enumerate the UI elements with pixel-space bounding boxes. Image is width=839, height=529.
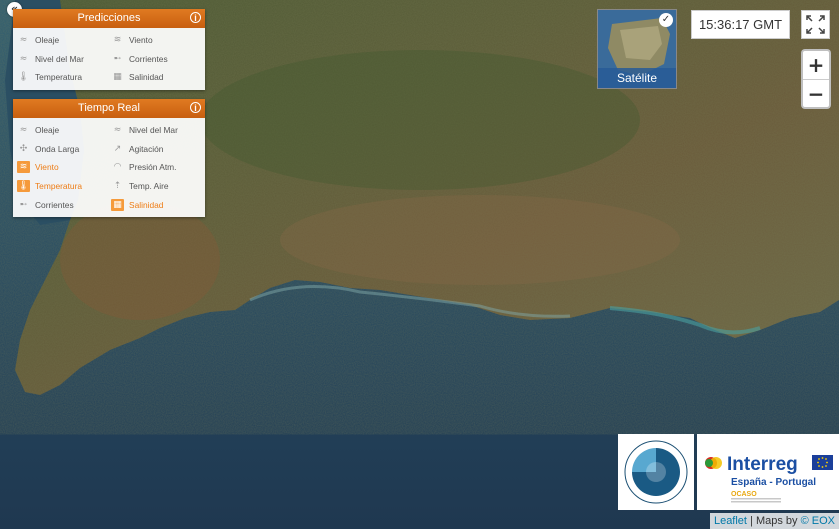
salinity-icon: ▦ (111, 198, 124, 211)
layer-label: Temperatura (35, 72, 83, 83)
layer-label: Corrientes (129, 53, 168, 64)
layer-label: Viento (129, 35, 153, 46)
layer-sea-level[interactable]: ≈ Nivel del Mar (111, 121, 205, 140)
layer-pressure-gauge[interactable]: ◠ Presión Atm. (111, 158, 205, 177)
predicciones-title: Predicciones (77, 12, 141, 24)
fullscreen-icon (806, 15, 825, 34)
layer-air-temp[interactable]: ⇡ Temp. Aire (111, 177, 205, 196)
copyright-symbol: © (800, 515, 809, 527)
layer-thermometer[interactable]: 🌡 Temperatura (17, 177, 111, 196)
layer-label: Presión Atm. (129, 162, 177, 173)
coastal-observatory-logo (618, 434, 694, 510)
layer-long-wave[interactable]: ✣ Onda Larga (17, 140, 111, 159)
layer-label: Oleaje (35, 125, 60, 136)
current-icon: ➸ (19, 199, 28, 210)
layer-agitation[interactable]: ↗ Agitación (111, 140, 205, 159)
layer-salinity[interactable]: ▦ Salinidad (111, 195, 205, 214)
selected-check-icon: ✓ (659, 13, 673, 27)
layer-wind[interactable]: ≋ Viento (17, 158, 111, 177)
agitation-icon: ↗ (113, 143, 122, 154)
attribution-separator: | Maps by (746, 515, 801, 527)
info-icon[interactable]: i (190, 102, 201, 113)
air-temp-icon: ⇡ (113, 181, 122, 192)
wind-icon: ≋ (17, 161, 30, 174)
layer-current[interactable]: ➸ Corrientes (17, 195, 111, 214)
observatory-emblem (624, 440, 688, 504)
tiempo-real-header: Tiempo Real i (13, 99, 205, 118)
layer-label: Salinidad (129, 199, 164, 210)
map-attribution: Leaflet | Maps by © EOX (709, 513, 839, 529)
predicciones-header: Predicciones i (13, 9, 205, 28)
interreg-emblem: Interreg España - Portugal OCASO (705, 454, 833, 503)
wind-icon: ≋ (113, 35, 122, 46)
layer-label: Nivel del Mar (129, 125, 178, 136)
zoom-out-button[interactable]: − (803, 80, 829, 108)
interreg-logo: Interreg España - Portugal OCASO (697, 434, 839, 510)
predicciones-grid: ≈ Oleaje ≋ Viento ≈ Nivel del Mar ➸ Corrientes 🌡… (13, 28, 205, 90)
layer-salinity[interactable]: ▦ Salinidad (111, 68, 205, 87)
clock-display: 15:36:17 GMT (691, 10, 790, 39)
info-icon[interactable]: i (190, 12, 201, 23)
thermometer-icon: 🌡 (17, 180, 30, 193)
tiempo-real-title: Tiempo Real (78, 102, 140, 114)
wave-icon: ≈ (19, 35, 28, 46)
thermometer-icon: 🌡 (17, 72, 30, 83)
pressure-gauge-icon: ◠ (113, 162, 122, 173)
project-name: OCASO (731, 491, 757, 498)
tiempo-real-panel: Tiempo Real i ≈ Oleaje ≈ Nivel del Mar ✣ Onda… (13, 99, 205, 217)
eox-link[interactable]: © EOX (801, 515, 835, 527)
layer-label: Oleaje (35, 35, 60, 46)
layer-wave[interactable]: ≈ Oleaje (17, 121, 111, 140)
basemap-label: Satélite (598, 68, 676, 88)
layer-label: Temperatura (35, 181, 83, 192)
sea-level-icon: ≈ (113, 125, 122, 136)
layer-label: Onda Larga (35, 143, 80, 154)
layer-label: Salinidad (129, 72, 164, 83)
layer-label: Agitación (129, 143, 164, 154)
wave-icon: ≈ (19, 125, 28, 136)
layer-label: Temp. Aire (129, 181, 169, 192)
layer-wind[interactable]: ≋ Viento (111, 31, 205, 50)
eox-name: EOX (811, 515, 835, 527)
layer-sea-level[interactable]: ≈ Nivel del Mar (17, 50, 111, 69)
interreg-text: Interreg (727, 454, 798, 475)
layer-wave[interactable]: ≈ Oleaje (17, 31, 111, 50)
salinity-icon: ▦ (113, 72, 122, 83)
layer-current[interactable]: ➸ Corrientes (111, 50, 205, 69)
layer-label: Viento (35, 162, 59, 173)
layer-thermometer[interactable]: 🌡 Temperatura (17, 68, 111, 87)
zoom-control: + − (801, 49, 831, 109)
current-icon: ➸ (113, 53, 122, 64)
tiempo-real-grid: ≈ Oleaje ≈ Nivel del Mar ✣ Onda Larga ↗ Agitaci… (13, 118, 205, 217)
zoom-in-button[interactable]: + (803, 51, 829, 80)
sea-level-icon: ≈ (19, 53, 28, 64)
long-wave-icon: ✣ (19, 143, 28, 154)
leaflet-link[interactable]: Leaflet (714, 515, 747, 527)
layer-label: Corrientes (35, 199, 74, 210)
predicciones-panel: Predicciones i ≈ Oleaje ≋ Viento ≈ Nivel del … (13, 9, 205, 90)
interreg-subtitle: España - Portugal (731, 477, 816, 488)
layer-label: Nivel del Mar (35, 53, 84, 64)
basemap-satellite-toggle[interactable]: ✓ Satélite (597, 9, 677, 89)
fullscreen-button[interactable] (801, 10, 830, 39)
